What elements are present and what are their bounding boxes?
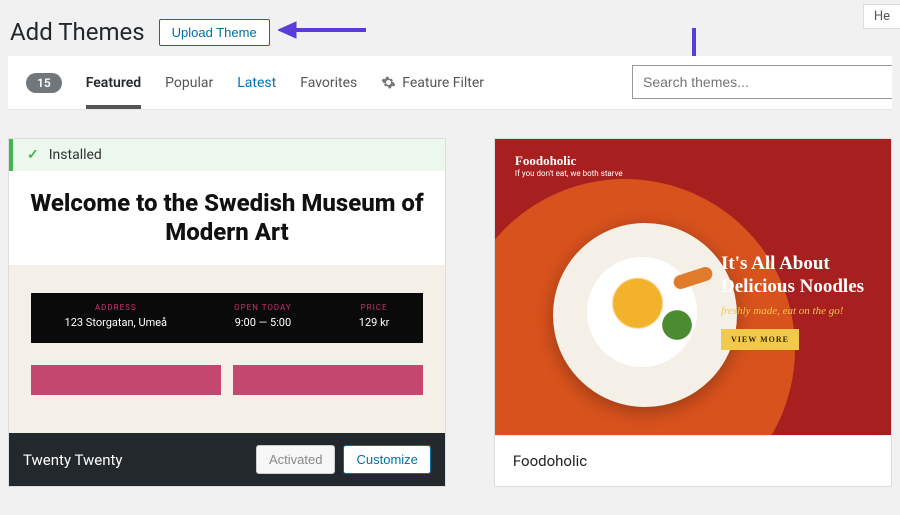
theme-name: Twenty Twenty bbox=[23, 451, 123, 469]
theme-preview: Welcome to the Swedish Museum of Modern … bbox=[9, 171, 445, 433]
installed-banner: ✓ Installed bbox=[9, 139, 445, 171]
preview-col-value: 129 kr bbox=[359, 316, 390, 329]
feature-filter-label: Feature Filter bbox=[402, 75, 484, 91]
customize-button[interactable]: Customize bbox=[343, 445, 430, 474]
preview-col-value: 9:00 — 5:00 bbox=[234, 316, 292, 329]
theme-preview: Foodoholic If you don't eat, we both sta… bbox=[495, 139, 891, 435]
upload-theme-button[interactable]: Upload Theme bbox=[159, 19, 270, 46]
filter-bar: 15 Featured Popular Latest Favorites Fea… bbox=[8, 56, 892, 110]
tab-featured[interactable]: Featured bbox=[86, 57, 141, 109]
theme-name: Foodoholic bbox=[513, 452, 587, 470]
page-title: Add Themes bbox=[10, 18, 145, 46]
tab-latest[interactable]: Latest bbox=[237, 57, 276, 109]
preview-block bbox=[31, 365, 221, 395]
preview-col-value: 123 Storgatan, Umeå bbox=[65, 316, 168, 329]
tab-favorites[interactable]: Favorites bbox=[300, 57, 357, 109]
gear-icon bbox=[381, 75, 396, 90]
feature-filter-button[interactable]: Feature Filter bbox=[381, 75, 484, 91]
preview-subtitle: freshly made, eat on the go! bbox=[721, 305, 891, 317]
theme-card-twenty-twenty[interactable]: ✓ Installed Welcome to the Swedish Museu… bbox=[8, 138, 446, 487]
preview-brand: Foodoholic bbox=[515, 153, 576, 169]
preview-block bbox=[233, 365, 423, 395]
tab-popular[interactable]: Popular bbox=[165, 57, 213, 109]
theme-count-badge: 15 bbox=[26, 73, 62, 93]
preview-col-label: OPEN TODAY bbox=[234, 303, 292, 312]
preview-col-label: PRICE bbox=[359, 303, 390, 312]
preview-col-label: ADDRESS bbox=[65, 303, 168, 312]
search-input[interactable] bbox=[632, 65, 892, 99]
help-tab[interactable]: He bbox=[863, 4, 900, 29]
preview-title: It's All About Delicious Noodles bbox=[721, 253, 891, 299]
theme-card-foodoholic[interactable]: Foodoholic If you don't eat, we both sta… bbox=[494, 138, 892, 487]
check-icon: ✓ bbox=[27, 147, 39, 163]
preview-tagline: If you don't eat, we both starve bbox=[515, 169, 623, 178]
preview-cta: VIEW MORE bbox=[721, 329, 799, 350]
installed-label: Installed bbox=[49, 147, 102, 163]
activated-button: Activated bbox=[256, 445, 335, 474]
preview-headline: Welcome to the Swedish Museum of Modern … bbox=[29, 189, 425, 247]
bowl-image bbox=[553, 223, 737, 407]
annotation-arrow-upload bbox=[278, 18, 368, 42]
